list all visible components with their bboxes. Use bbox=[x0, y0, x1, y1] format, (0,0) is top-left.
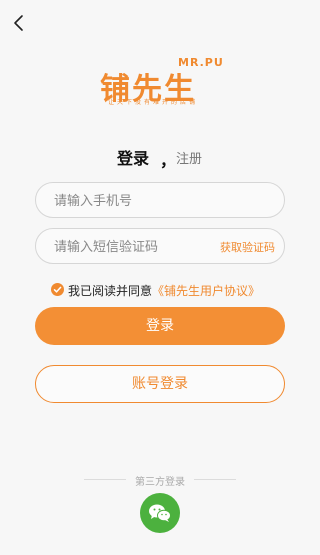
agreement-text: 我已阅读并同意《铺先生用户协议》 bbox=[68, 282, 260, 299]
phone-input[interactable] bbox=[52, 183, 276, 219]
chevron-left-icon bbox=[14, 15, 23, 31]
divider-right bbox=[194, 479, 236, 480]
wechat-login-button[interactable] bbox=[140, 493, 180, 533]
slogan: 让天下没有难开的店铺 bbox=[108, 99, 199, 106]
tab-register[interactable]: 注册 bbox=[176, 148, 202, 167]
sms-code-input[interactable] bbox=[52, 229, 216, 265]
back-button[interactable] bbox=[10, 14, 28, 32]
account-login-button[interactable]: 账号登录 bbox=[35, 365, 285, 403]
third-party-label: 第三方登录 bbox=[135, 477, 185, 488]
login-button[interactable]: 登录 bbox=[35, 307, 285, 345]
phone-field bbox=[35, 182, 285, 219]
check-icon bbox=[53, 286, 62, 293]
user-agreement-link[interactable]: 《铺先生用户协议》 bbox=[152, 284, 260, 298]
tab-login[interactable]: 登录 bbox=[117, 145, 149, 169]
wechat-icon bbox=[149, 504, 171, 522]
tab-separator: ， bbox=[160, 151, 177, 170]
sms-code-field: 获取验证码 bbox=[35, 228, 285, 265]
agree-checkbox[interactable] bbox=[51, 283, 64, 296]
agreement-prefix: 我已阅读并同意 bbox=[68, 284, 153, 298]
get-code-button[interactable]: 获取验证码 bbox=[220, 239, 275, 255]
